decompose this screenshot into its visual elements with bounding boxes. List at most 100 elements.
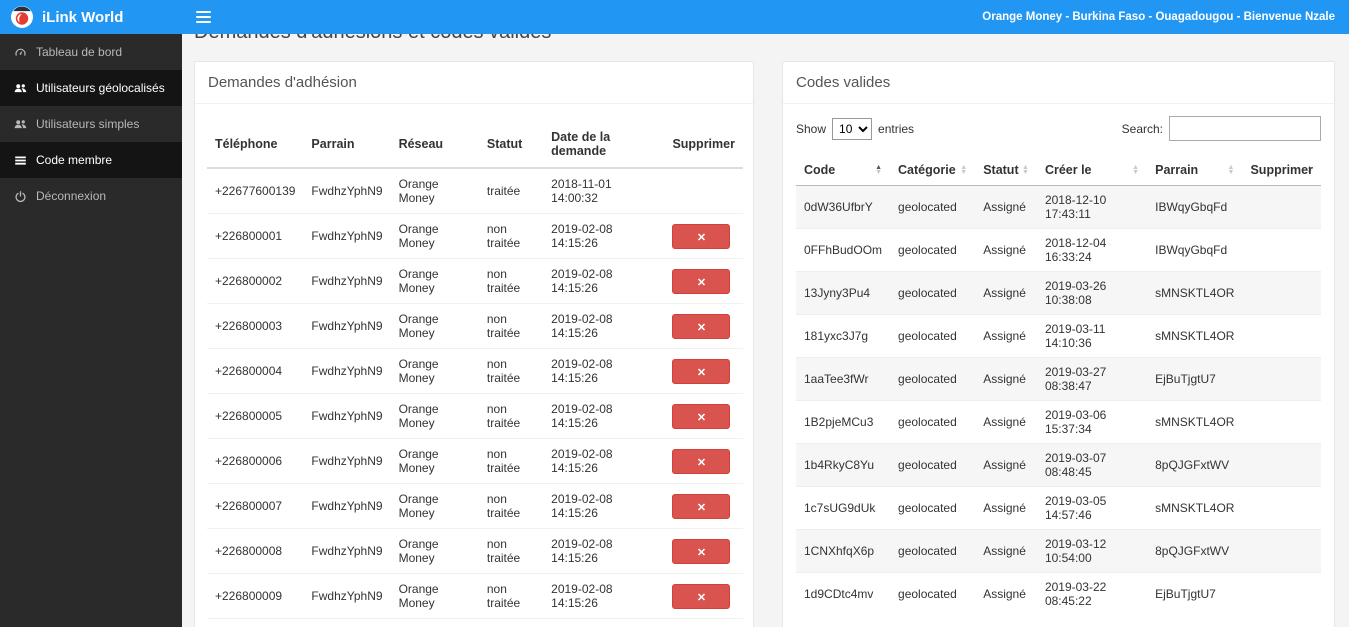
delete-button[interactable] — [672, 313, 731, 339]
cell-supprimer — [664, 573, 743, 619]
cell-date: 2019-02-08 14:15:26 — [543, 258, 665, 304]
cell-date: 2019-02-08 14:15:26 — [543, 348, 665, 394]
codes-col-parrain[interactable]: ▲ ▼ Parrain — [1147, 155, 1243, 186]
delete-button[interactable] — [672, 583, 731, 609]
cell-date: 2019-02-08 14:15:26 — [543, 573, 665, 619]
delete-button[interactable] — [672, 538, 731, 564]
cell-parrain: FwdhzYphN9 — [303, 393, 391, 439]
cell-parrain: FwdhzYphN9 — [303, 528, 391, 574]
cell-categorie: geolocated — [898, 372, 957, 386]
cell-statut: Assigné — [983, 329, 1026, 343]
cell-supprimer — [664, 393, 743, 439]
sidebar-item-4[interactable]: Déconnexion — [0, 178, 182, 214]
sidebar-toggle-button[interactable] — [182, 0, 224, 34]
sidebar-item-0[interactable]: Tableau de bord — [0, 34, 182, 70]
cell-date: 2019-02-08 14:15:26 — [543, 393, 665, 439]
close-icon — [697, 499, 706, 514]
adhesion-row: +226800008 FwdhzYphN9 Orange Money non trai… — [207, 528, 743, 574]
cell-statut: Assigné — [983, 200, 1026, 214]
column-label: Catégorie — [898, 163, 956, 177]
cell-reseau: Orange Money — [390, 618, 479, 627]
cell-supprimer — [664, 213, 743, 259]
codes-col-supprimer[interactable]: ▲ ▼ Supprimer — [1242, 155, 1321, 186]
codes-col-statut[interactable]: ▲ ▼ Statut — [975, 155, 1037, 186]
sidebar-item-2[interactable]: Utilisateurs simples — [0, 106, 182, 142]
cell-creer_le: 2019-03-06 15:37:34 — [1044, 408, 1107, 436]
cell-supprimer — [664, 528, 743, 574]
cell-categorie: geolocated — [898, 286, 957, 300]
code-row: 0dW36UfbrY geolocated Assigné 2018-12-10 17… — [796, 185, 1321, 229]
adhesions-panel: Demandes d'adhésion Téléphone Parrain Ré… — [194, 61, 754, 627]
codes-table-body: 0dW36UfbrY geolocated Assigné 2018-12-10 17… — [796, 185, 1321, 616]
cell-statut: non traitée — [478, 303, 544, 349]
delete-button[interactable] — [672, 223, 731, 249]
cell-telephone: +226800010 — [207, 618, 304, 627]
cell-telephone: +226800009 — [207, 573, 304, 619]
cell-telephone: +226800002 — [207, 258, 304, 304]
sidebar-item-label: Tableau de bord — [36, 45, 123, 59]
cell-categorie: geolocated — [898, 200, 957, 214]
app-logo-icon — [10, 5, 34, 29]
cell-categorie: geolocated — [898, 458, 957, 472]
delete-button[interactable] — [672, 448, 731, 474]
cell-reseau: Orange Money — [390, 573, 479, 619]
sidebar-item-1[interactable]: Utilisateurs géolocalisés — [0, 70, 182, 106]
cell-supprimer — [664, 168, 743, 214]
cell-parrain: FwdhzYphN9 — [303, 303, 391, 349]
page-size-select[interactable]: 10 — [832, 117, 873, 140]
cell-parrain: IBWqyGbqFd — [1155, 243, 1228, 257]
cell-categorie: geolocated — [898, 544, 957, 558]
cell-supprimer — [1242, 358, 1321, 401]
sidebar-item-3[interactable]: Code membre — [0, 142, 182, 178]
codes-col-code[interactable]: ▲ ▼ Code — [796, 155, 891, 186]
cell-parrain: FwdhzYphN9 — [303, 438, 391, 484]
codes-col-cr-er-le[interactable]: ▲ ▼ Créer le — [1036, 155, 1148, 186]
cell-categorie: geolocated — [898, 243, 957, 257]
sort-icon: ▲ ▼ — [1022, 164, 1029, 176]
cell-supprimer — [1242, 444, 1321, 487]
gauge-icon — [13, 46, 27, 59]
cell-creer_le: 2019-03-11 14:10:36 — [1044, 322, 1106, 350]
cell-creer_le: 2019-03-07 08:48:45 — [1044, 451, 1107, 479]
search-input[interactable] — [1169, 116, 1321, 141]
cell-statut: Assigné — [983, 587, 1026, 601]
cell-code: 1aaTee3fWr — [804, 372, 869, 386]
top-bar: iLink World Orange Money - Burkina Faso … — [0, 0, 1349, 34]
cell-supprimer — [664, 303, 743, 349]
cell-creer_le: 2019-03-27 08:38:47 — [1044, 365, 1107, 393]
delete-button[interactable] — [672, 493, 731, 519]
cell-code: 13Jyny3Pu4 — [804, 286, 871, 300]
cell-parrain: FwdhzYphN9 — [303, 483, 391, 529]
col-statut: Statut — [478, 121, 544, 169]
list-icon — [13, 154, 27, 167]
cell-parrain: sMNSKTL4OR — [1155, 329, 1235, 343]
cell-supprimer — [1242, 229, 1321, 272]
adhesion-row: +226800009 FwdhzYphN9 Orange Money non trai… — [207, 573, 743, 619]
cell-supprimer — [1242, 186, 1321, 229]
adhesion-row: +226800001 FwdhzYphN9 Orange Money non trai… — [207, 213, 743, 259]
column-label: Code — [804, 163, 836, 177]
cell-statut: non traitée — [478, 483, 544, 529]
codes-col-cat-gorie[interactable]: ▲ ▼ Catégorie — [890, 155, 976, 186]
delete-button[interactable] — [672, 268, 731, 294]
cell-statut: Assigné — [983, 415, 1026, 429]
cell-supprimer — [664, 483, 743, 529]
cell-code: 0dW36UfbrY — [804, 200, 873, 214]
cell-code: 1c7sUG9dUk — [804, 501, 876, 515]
delete-button[interactable] — [672, 358, 731, 384]
sort-icon: ▲ ▼ — [960, 164, 968, 176]
adhesion-row: +226800007 FwdhzYphN9 Orange Money non trai… — [207, 483, 743, 529]
code-row: 1b4RkyC8Yu geolocated Assigné 2019-03-07 08… — [796, 443, 1321, 487]
column-label: Statut — [983, 163, 1019, 177]
delete-button[interactable] — [672, 403, 731, 429]
cell-reseau: Orange Money — [390, 258, 479, 304]
cell-parrain: EjBuTjgtU7 — [1155, 372, 1216, 386]
sort-icon: ▲ ▼ — [875, 164, 883, 176]
cell-supprimer — [664, 348, 743, 394]
cell-supprimer — [1242, 573, 1321, 616]
cell-parrain: 8pQJGFxtWV — [1155, 544, 1230, 558]
cell-code: 0FFhBudOOm — [804, 243, 883, 257]
sidebar: Tableau de bord Utilisateurs géolocalisés… — [0, 34, 182, 627]
codes-table-head-row: ▲ ▼ Code ▲ ▼ Catégorie ▲ ▼ Statut ▲ ▼ Créer le ▲ ▼ Par… — [796, 155, 1321, 186]
cell-telephone: +226800003 — [207, 303, 304, 349]
